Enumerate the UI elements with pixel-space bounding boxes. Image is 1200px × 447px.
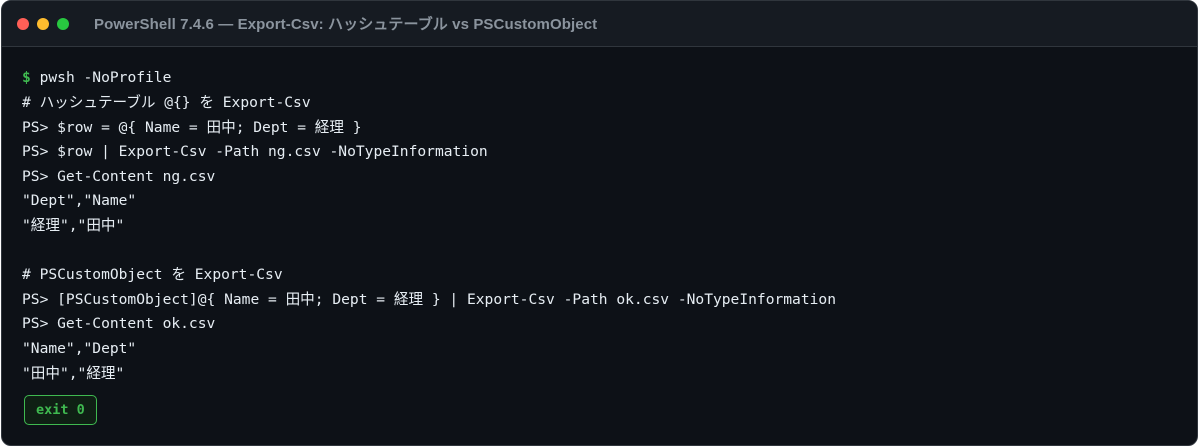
command-text: pwsh -NoProfile xyxy=(30,69,172,86)
window-controls xyxy=(17,17,69,30)
maximize-window-button[interactable] xyxy=(57,17,69,30)
command-line: $ pwsh -NoProfile xyxy=(22,65,1177,91)
prompt-symbol: $ xyxy=(22,69,31,86)
terminal-window: PowerShell 7.4.6 — Export-Csv: ハッシュテーブル … xyxy=(1,0,1198,446)
output-line: PS> $row = @{ Name = 田中; Dept = 経理 } xyxy=(22,118,362,136)
output-line: "経理","田中" xyxy=(22,216,125,234)
output-line: "田中","経理" xyxy=(22,364,125,382)
output-line: PS> Get-Content ng.csv xyxy=(22,167,216,185)
output-line: PS> [PSCustomObject]@{ Name = 田中; Dept =… xyxy=(22,290,836,308)
output-line: PS> Get-Content ok.csv xyxy=(22,315,216,333)
close-window-button[interactable] xyxy=(17,17,29,30)
minimize-window-button[interactable] xyxy=(37,17,49,30)
output-line: # PSCustomObject を Export-Csv xyxy=(22,266,283,284)
output-line: PS> $row | Export-Csv -Path ng.csv -NoTy… xyxy=(22,143,488,161)
output-line: "Dept","Name" xyxy=(22,192,137,210)
title-bar: PowerShell 7.4.6 — Export-Csv: ハッシュテーブル … xyxy=(2,1,1197,47)
window-title: PowerShell 7.4.6 — Export-Csv: ハッシュテーブル … xyxy=(94,16,598,33)
output-line: "Name","Dept" xyxy=(22,339,137,357)
terminal-output[interactable]: $ pwsh -NoProfile # ハッシュテーブル @{} を Expor… xyxy=(22,65,1177,386)
output-line: # ハッシュテーブル @{} を Export-Csv xyxy=(22,94,311,111)
exit-status-badge: exit 0 xyxy=(24,395,97,425)
